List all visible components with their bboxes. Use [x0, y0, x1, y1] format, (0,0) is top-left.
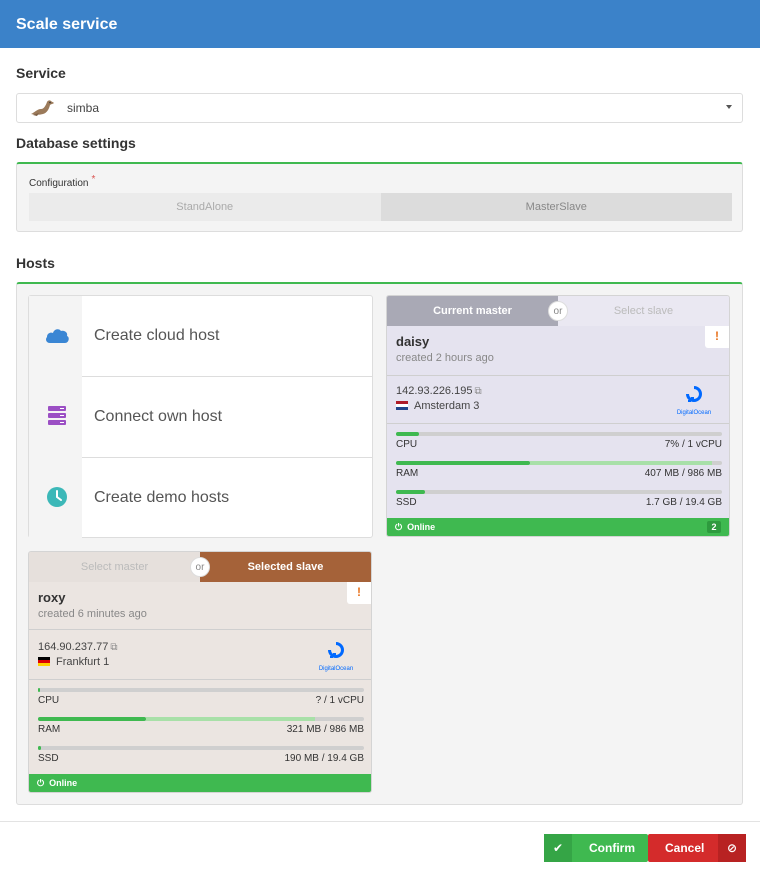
ram-meter: RAM 321 MB / 986 MB — [38, 717, 364, 735]
host-created: created 6 minutes ago — [38, 608, 147, 620]
dialog-title: Scale service — [16, 16, 118, 33]
ssd-meter: SSD 190 MB / 19.4 GB — [38, 746, 364, 764]
cancel-button[interactable]: Cancel ⊘ — [648, 834, 746, 862]
config-option-standalone[interactable]: StandAlone — [29, 193, 381, 221]
ram-cache-bar — [145, 717, 316, 721]
ssd-usage-bar — [396, 490, 425, 494]
germany-flag-icon — [38, 657, 50, 666]
ban-icon: ⊘ — [718, 834, 746, 862]
cpu-meter: CPU 7% / 1 vCPU — [396, 432, 722, 450]
toggle-or: or — [548, 301, 568, 321]
toggle-or: or — [190, 557, 210, 577]
ram-meter: RAM 407 MB / 986 MB — [396, 461, 722, 479]
dialog-header: Scale service — [0, 0, 760, 48]
connect-own-host-button[interactable]: Connect own host — [29, 377, 372, 458]
required-mark: * — [91, 174, 96, 185]
ssd-meter: SSD 1.7 GB / 19.4 GB — [396, 490, 722, 508]
status-text: Online — [49, 778, 78, 788]
cpu-usage-bar — [38, 688, 40, 692]
digitalocean-logo: DigitalOcean — [673, 383, 715, 416]
warning-icon[interactable]: ! — [705, 326, 729, 348]
configuration-segmented-control: StandAlone MasterSlave — [29, 193, 732, 221]
host-location: Amsterdam 3 — [396, 400, 479, 412]
config-option-masterslave[interactable]: MasterSlave — [380, 193, 732, 221]
host-created: created 2 hours ago — [396, 352, 494, 364]
host-ip: 142.93.226.195 ⧉ — [396, 385, 482, 397]
divider — [387, 423, 729, 424]
hosts-section-title: Hosts — [16, 255, 55, 271]
host-name: roxy — [38, 590, 66, 605]
ram-usage-bar — [38, 717, 146, 721]
ram-usage-bar — [396, 461, 530, 465]
clock-icon — [47, 487, 67, 507]
cpu-meter: CPU? / 1 vCPU — [38, 688, 364, 706]
create-host-list: Create cloud host Connect own host Creat… — [28, 295, 373, 539]
footer-divider — [0, 821, 760, 822]
cloud-icon — [46, 329, 69, 343]
confirm-button[interactable]: ✔ Confirm — [544, 834, 648, 862]
warning-icon[interactable]: ! — [347, 582, 371, 604]
divider — [29, 629, 371, 630]
service-section-title: Service — [16, 65, 66, 81]
status-text: Online — [407, 522, 436, 532]
server-icon — [48, 406, 66, 425]
host-ip: 164.90.237.77 ⧉ — [38, 641, 118, 653]
current-master-button[interactable]: Current master — [387, 296, 558, 326]
database-section-title: Database settings — [16, 135, 136, 151]
hosts-panel: Create cloud host Connect own host Creat… — [16, 282, 743, 805]
ssd-usage-bar — [38, 746, 42, 750]
power-icon: ⏻ — [395, 522, 403, 532]
create-cloud-host-label: Create cloud host — [94, 327, 220, 344]
select-master-button[interactable]: Select master — [29, 552, 200, 582]
copy-icon[interactable]: ⧉ — [474, 386, 481, 397]
netherlands-flag-icon — [396, 401, 408, 410]
status-bar: ⏻ Online 2 — [387, 518, 729, 536]
power-icon: ⏻ — [37, 778, 45, 788]
host-card-daisy: Current master Select slave or daisy cre… — [386, 295, 730, 537]
selected-slave-button[interactable]: Selected slave — [200, 552, 371, 582]
create-demo-hosts-label: Create demo hosts — [94, 489, 230, 506]
ram-cache-bar — [529, 461, 713, 465]
create-cloud-host-button[interactable]: Create cloud host — [29, 296, 372, 377]
configuration-label: Configuration * — [29, 174, 96, 189]
divider — [387, 375, 729, 376]
create-demo-hosts-button[interactable]: Create demo hosts — [29, 458, 372, 539]
database-settings-panel: Configuration * StandAlone MasterSlave — [16, 162, 743, 232]
digitalocean-logo: DigitalOcean — [315, 639, 357, 672]
count-badge: 2 — [707, 521, 721, 533]
copy-icon[interactable]: ⧉ — [110, 642, 117, 653]
chevron-down-icon — [726, 105, 732, 109]
service-select[interactable]: simba — [16, 93, 743, 123]
select-slave-button[interactable]: Select slave — [558, 296, 729, 326]
host-card-roxy: Select master Selected slave or roxy cre… — [28, 551, 372, 793]
divider — [29, 679, 371, 680]
status-bar: ⏻ Online — [29, 774, 371, 792]
service-select-value: simba — [67, 101, 100, 115]
check-icon: ✔ — [544, 834, 572, 862]
host-location: Frankfurt 1 — [38, 656, 109, 668]
host-name: daisy — [396, 334, 430, 349]
seal-icon — [29, 99, 55, 122]
cpu-usage-bar — [396, 432, 419, 436]
connect-own-host-label: Connect own host — [94, 408, 223, 425]
